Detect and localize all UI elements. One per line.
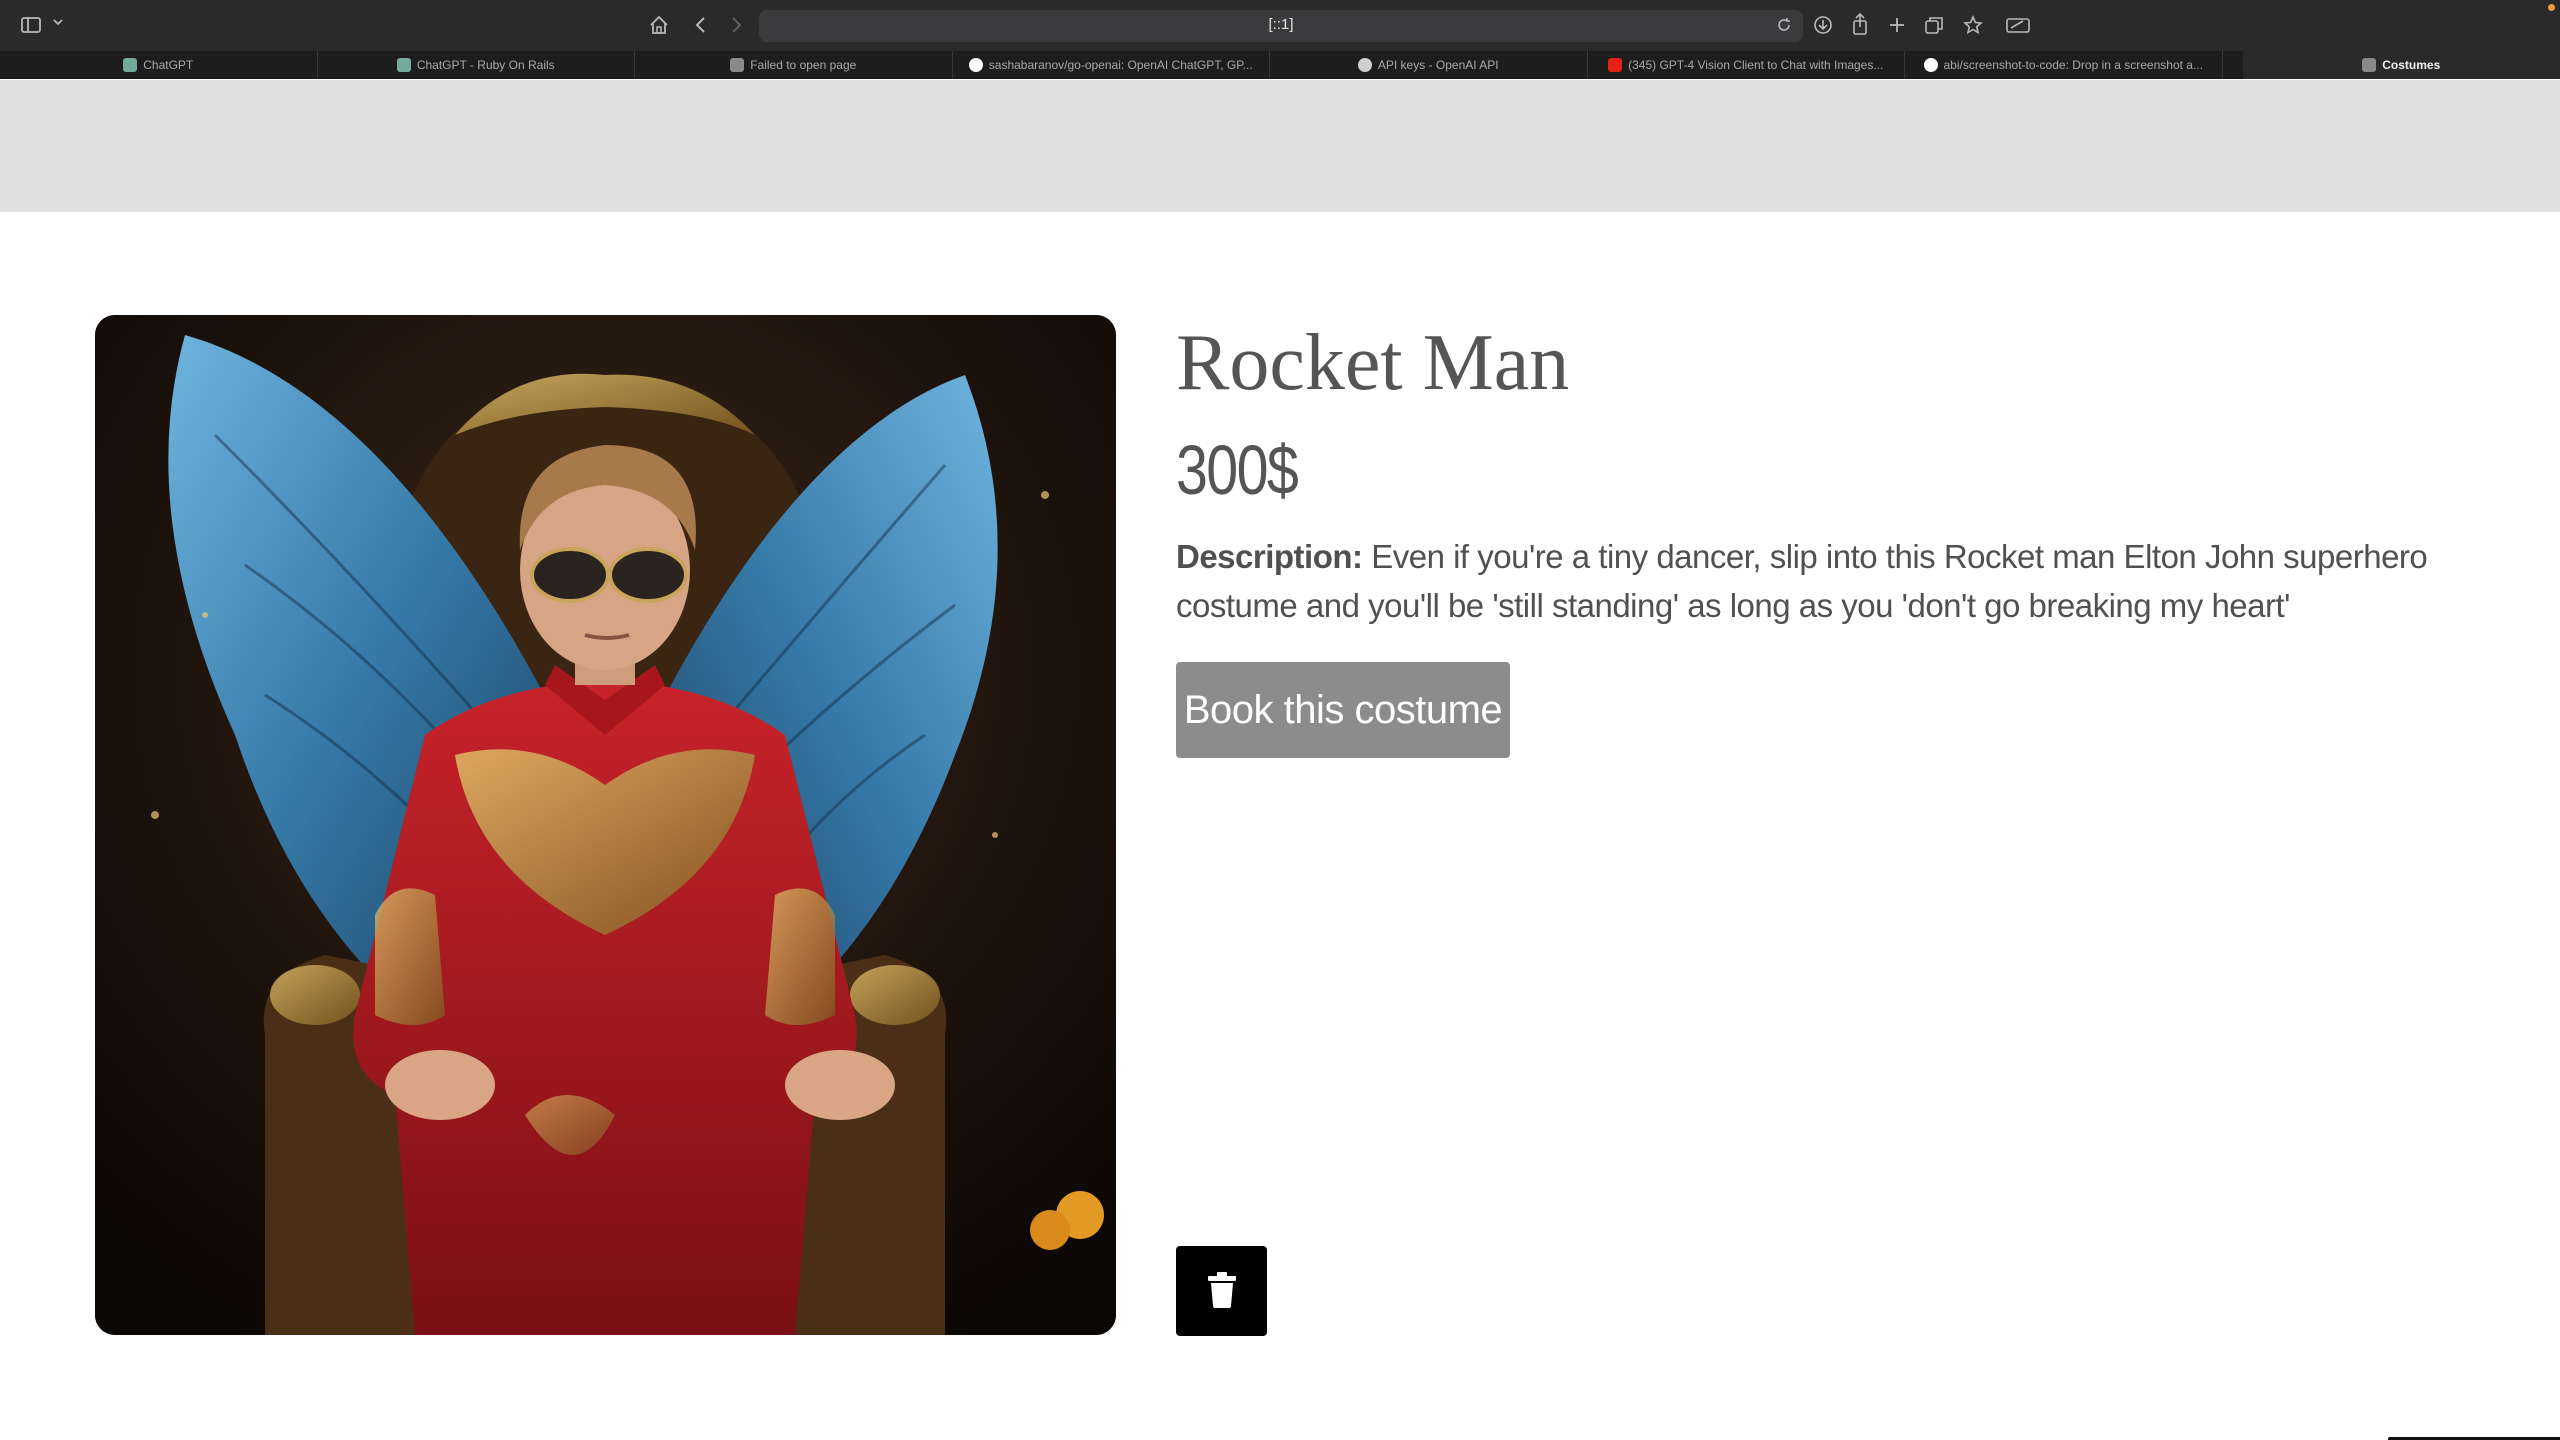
new-tab-icon[interactable] (1886, 14, 1908, 36)
browser-tab-5[interactable]: API keys - OpenAI API (1270, 51, 1588, 79)
home-icon[interactable] (648, 14, 670, 36)
download-icon[interactable] (1812, 14, 1834, 36)
chevron-down-icon[interactable] (52, 16, 64, 28)
forward-icon[interactable] (725, 14, 747, 36)
browser-tab-2[interactable]: ChatGPT - Ruby On Rails (318, 51, 635, 79)
book-costume-button[interactable]: Book this costume (1176, 662, 1510, 758)
tab-label: Costumes (2382, 58, 2441, 72)
delete-button[interactable] (1176, 1246, 1267, 1336)
browser-tab-4[interactable]: sashabaranov/go-openai: OpenAI ChatGPT, … (953, 51, 1270, 79)
browser-tab-7[interactable]: abi/screenshot-to-code: Drop in a screen… (1905, 51, 2223, 79)
tab-label: abi/screenshot-to-code: Drop in a screen… (1943, 58, 2203, 72)
bookmark-star-icon[interactable] (1962, 14, 1984, 36)
address-bar[interactable]: [::1] (759, 10, 1803, 42)
browser-tab-3[interactable]: Failed to open page (635, 51, 953, 79)
description-label: Description: (1176, 538, 1363, 575)
reader-icon[interactable] (2005, 14, 2031, 36)
tab-label: Failed to open page (750, 58, 857, 72)
costume-title: Rocket Man (1176, 319, 1570, 407)
chatgpt-icon (123, 58, 138, 72)
github-icon (968, 58, 983, 72)
address-text: [::1] (1268, 16, 1294, 33)
back-icon[interactable] (690, 14, 712, 36)
tab-label: ChatGPT (143, 58, 194, 72)
page-header-band (0, 80, 2560, 212)
browser-tab-1[interactable]: ChatGPT (0, 51, 318, 79)
sidebar-toggle-icon[interactable] (20, 14, 42, 36)
tab-overview-icon[interactable] (1923, 14, 1945, 36)
browser-toolbar: [::1] (0, 0, 2560, 51)
description-text: Even if you're a tiny dancer, slip into … (1176, 538, 2428, 624)
tab-label: ChatGPT - Ruby On Rails (416, 58, 555, 72)
notification-dot (2548, 4, 2555, 11)
browser-tab-8[interactable]: Costumes (2242, 51, 2560, 79)
trash-icon (1206, 1271, 1238, 1312)
browser-tab-6[interactable]: (345) GPT-4 Vision Client to Chat with I… (1588, 51, 1905, 79)
tab-strip-spacer (2223, 51, 2243, 79)
share-icon[interactable] (1849, 12, 1871, 36)
tab-label: (345) GPT-4 Vision Client to Chat with I… (1628, 58, 1884, 72)
page-icon (2362, 58, 2377, 72)
tab-strip: ChatGPT ChatGPT - Ruby On Rails Failed to … (0, 51, 2560, 79)
github-icon (1923, 58, 1938, 72)
youtube-icon (1608, 58, 1623, 72)
product-image (95, 315, 1116, 1335)
costume-price: 300$ (1176, 431, 1299, 509)
chatgpt-icon (396, 58, 411, 72)
openai-icon (1357, 58, 1372, 72)
page-icon (730, 58, 745, 72)
reload-icon[interactable] (1775, 16, 1793, 39)
tab-label: sashabaranov/go-openai: OpenAI ChatGPT, … (988, 58, 1253, 72)
costume-description: Description: Even if you're a tiny dance… (1176, 532, 2486, 630)
tab-label: API keys - OpenAI API (1377, 58, 1499, 72)
